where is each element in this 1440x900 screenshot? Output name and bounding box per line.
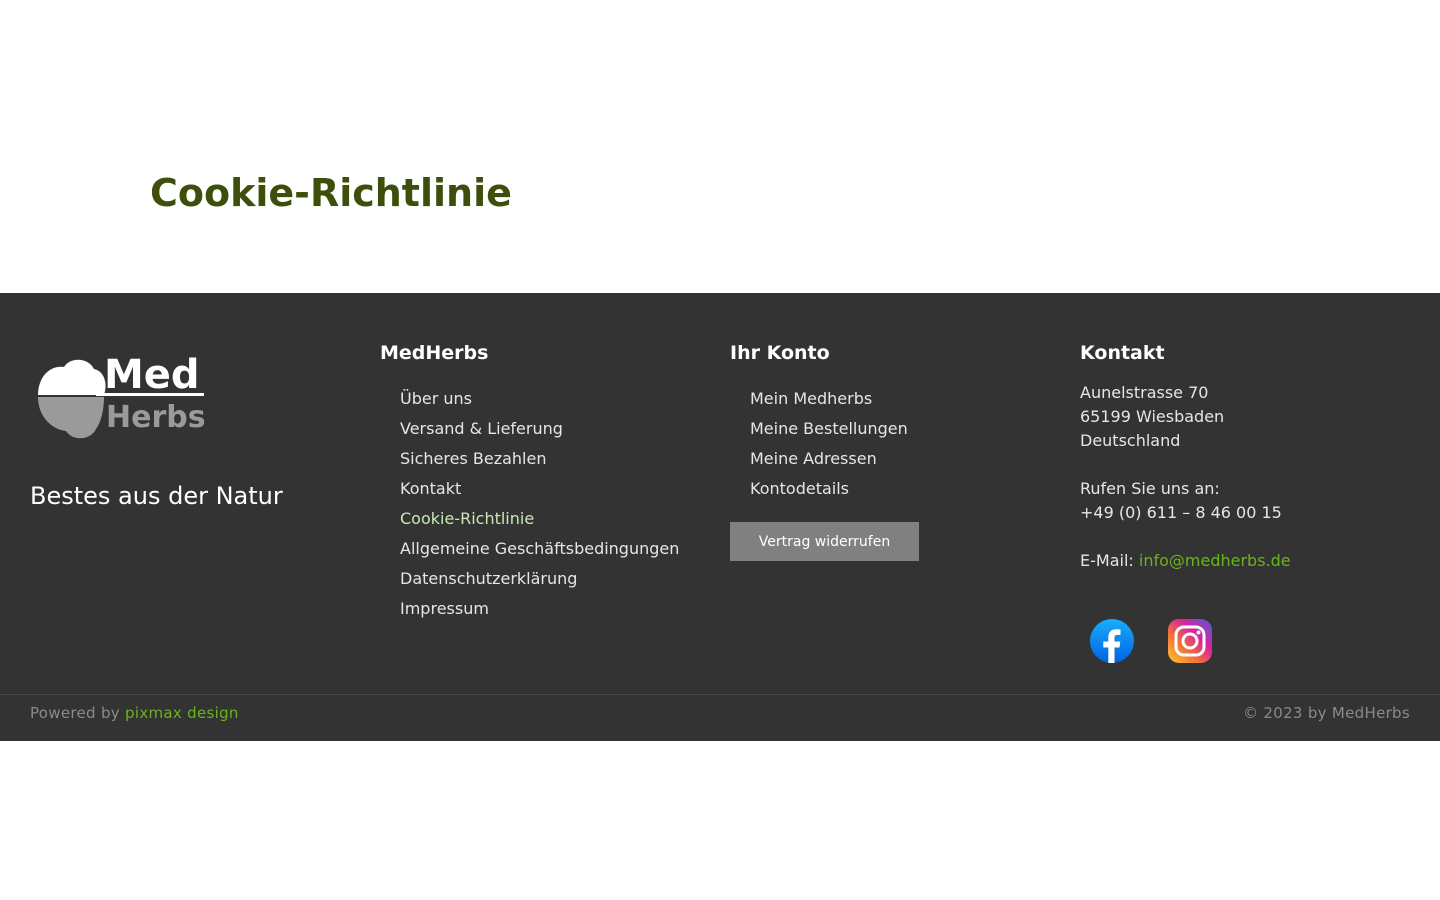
svg-text:Med: Med (104, 355, 200, 398)
contact-details: Aunelstrasse 70 65199 Wiesbaden Deutschl… (1080, 381, 1291, 573)
facebook-icon[interactable] (1089, 618, 1135, 664)
footer-link-sicheres-bezahlen[interactable]: Sicheres Bezahlen (400, 444, 679, 474)
powered-by: Powered by pixmax design (30, 703, 239, 723)
footer-link-mein-medherbs[interactable]: Mein Medherbs (750, 384, 908, 414)
contact-country: Deutschland (1080, 431, 1181, 450)
footer-link-kontodetails[interactable]: Kontodetails (750, 474, 908, 504)
copyright-notice: © 2023 by MedHerbs (1243, 704, 1410, 722)
footer-bottom-bar: Powered by pixmax design © 2023 by MedHe… (0, 694, 1440, 741)
footer-link-kontakt[interactable]: Kontakt (400, 474, 679, 504)
contact-phone-label: Rufen Sie uns an: (1080, 479, 1220, 498)
instagram-icon[interactable] (1167, 618, 1213, 664)
footer-link-meine-adressen[interactable]: Meine Adressen (750, 444, 908, 474)
footer-link-datenschutz[interactable]: Datenschutzerklärung (400, 564, 679, 594)
medherbs-heading: MedHerbs (380, 342, 489, 364)
brand-tagline: Bestes aus der Natur (30, 482, 283, 510)
page-title: Cookie-Richtlinie (150, 171, 512, 215)
contact-email-link[interactable]: info@medherbs.de (1139, 551, 1291, 570)
account-heading: Ihr Konto (730, 342, 830, 364)
footer-link-agb[interactable]: Allgemeine Geschäftsbedingungen (400, 534, 679, 564)
site-footer: Med Herbs Bestes aus der Natur MedHerbs … (0, 293, 1440, 695)
footer-link-versand[interactable]: Versand & Lieferung (400, 414, 679, 444)
pixmax-design-link[interactable]: pixmax design (125, 704, 239, 722)
contact-street: Aunelstrasse 70 (1080, 383, 1209, 402)
contact-city: 65199 Wiesbaden (1080, 407, 1225, 426)
medherbs-links: Über uns Versand & Lieferung Sicheres Be… (400, 384, 679, 624)
revoke-contract-button[interactable]: Vertrag widerrufen (730, 522, 919, 561)
medherbs-logo[interactable]: Med Herbs (36, 355, 206, 443)
powered-by-label: Powered by (30, 704, 120, 722)
footer-link-meine-bestellungen[interactable]: Meine Bestellungen (750, 414, 908, 444)
footer-link-cookie-richtlinie[interactable]: Cookie-Richtlinie (400, 504, 679, 534)
footer-link-impressum[interactable]: Impressum (400, 594, 679, 624)
footer-link-ueber-uns[interactable]: Über uns (400, 384, 679, 414)
contact-email-row: E-Mail: info@medherbs.de (1080, 549, 1291, 573)
svg-text:Herbs: Herbs (106, 400, 206, 435)
contact-email-label: E-Mail: (1080, 551, 1134, 570)
contact-heading: Kontakt (1080, 342, 1165, 364)
contact-phone[interactable]: +49 (0) 611 – 8 46 00 15 (1080, 501, 1291, 525)
account-links: Mein Medherbs Meine Bestellungen Meine A… (750, 384, 908, 504)
